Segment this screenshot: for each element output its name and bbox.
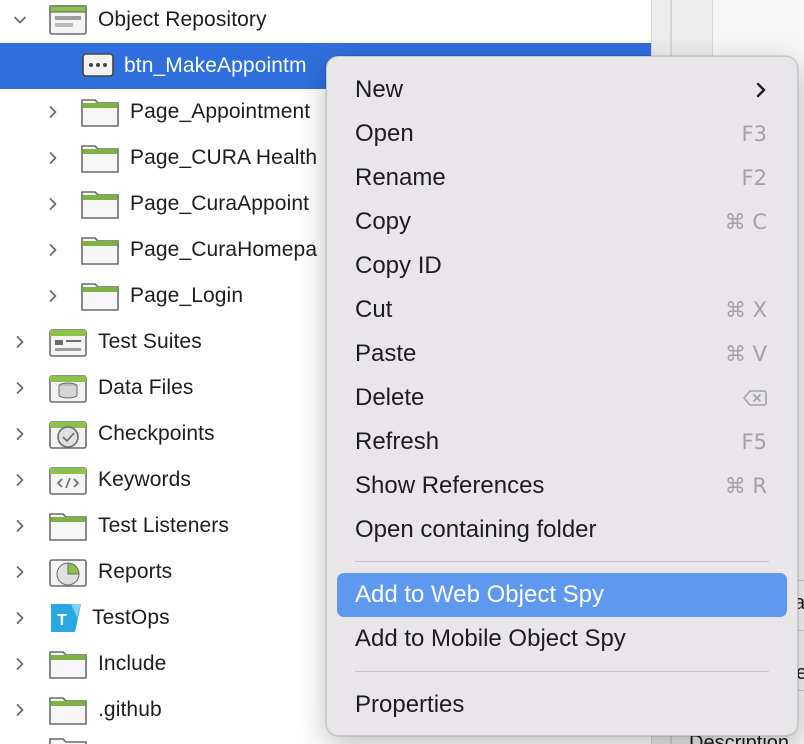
tree-item-label: Test Suites — [98, 330, 202, 353]
chevron-right-icon[interactable] — [10, 332, 30, 352]
reports-icon — [49, 559, 87, 587]
tree-item-label: Data Files — [98, 376, 194, 399]
tree-item-label: Keywords — [98, 468, 192, 491]
menu-item-label: Add to Mobile Object Spy — [355, 625, 626, 652]
chevron-right-icon — [756, 82, 766, 98]
keywords-icon — [49, 467, 87, 495]
tree-item-label: .github — [98, 698, 162, 721]
folder-icon — [49, 651, 87, 679]
menu-item-label: Show References — [355, 472, 545, 499]
chevron-down-icon[interactable] — [10, 10, 30, 30]
folder-icon — [49, 738, 87, 744]
chevron-right-icon[interactable] — [10, 562, 30, 582]
menu-item-show-references[interactable]: Show References ⌘ R — [337, 464, 787, 508]
menu-item-refresh[interactable]: Refresh F5 — [337, 420, 787, 464]
menu-item-label: Open — [355, 120, 414, 147]
menu-item-open-containing-folder[interactable]: Open containing folder — [337, 508, 787, 552]
shortcut-label: ⌘ R — [724, 474, 767, 498]
folder-icon — [81, 283, 119, 311]
chevron-right-icon[interactable] — [43, 240, 63, 260]
shortcut-label: F2 — [741, 166, 767, 190]
menu-item-add-to-web-object-spy[interactable]: Add to Web Object Spy — [337, 573, 787, 617]
menu-separator — [355, 671, 769, 672]
tree-item-label: Include — [98, 652, 167, 675]
menu-item-add-to-mobile-object-spy[interactable]: Add to Mobile Object Spy — [337, 617, 787, 661]
chevron-right-icon[interactable] — [10, 700, 30, 720]
menu-item-label: Copy ID — [355, 252, 442, 279]
folder-icon — [81, 145, 119, 173]
menu-item-label: Copy — [355, 208, 412, 235]
chevron-right-icon[interactable] — [43, 286, 63, 306]
menu-item-label: Delete — [355, 384, 425, 411]
folder-icon — [81, 99, 119, 127]
tree-item-label: TestOps — [92, 606, 170, 629]
chevron-right-icon[interactable] — [10, 424, 30, 444]
menu-item-new[interactable]: New — [337, 68, 787, 112]
menu-item-label: Open containing folder — [355, 516, 597, 543]
tree-item-label: Page_Login — [130, 284, 244, 307]
menu-item-cut[interactable]: Cut ⌘ X — [337, 288, 787, 332]
context-menu: New Open F3 Rename F2 Copy ⌘ C Copy ID C… — [326, 56, 798, 736]
menu-item-label: Rename — [355, 164, 446, 191]
tree-item-label: Page_Appointment — [130, 100, 311, 123]
folder-icon — [81, 237, 119, 265]
chevron-right-icon[interactable] — [43, 194, 63, 214]
chevron-right-icon[interactable] — [10, 654, 30, 674]
tree-item-label: Page_CuraHomepa — [130, 238, 318, 261]
shortcut-label: ⌘ V — [724, 342, 767, 366]
shortcut-label: ⌘ C — [724, 210, 767, 234]
folder-icon — [49, 697, 87, 725]
tree-item-label: btn_MakeAppointm — [124, 54, 307, 77]
tree-item-label: Object Repository — [98, 8, 267, 31]
folder-icon — [49, 513, 87, 541]
testops-icon: T — [51, 604, 81, 632]
folder-icon — [81, 191, 119, 219]
menu-item-label: Refresh — [355, 428, 440, 455]
shortcut-label: F3 — [741, 122, 767, 146]
menu-separator — [355, 561, 769, 562]
tree-item-label: Checkpoints — [98, 422, 215, 445]
svg-text:T: T — [57, 612, 67, 629]
tree-item-label: Page_CuraAppoint — [130, 192, 310, 215]
menu-item-properties[interactable]: Properties — [337, 683, 787, 727]
menu-item-label: Properties — [355, 691, 465, 718]
shortcut-label: F5 — [741, 430, 767, 454]
menu-item-copy-id[interactable]: Copy ID — [337, 244, 787, 288]
tree-item-label: Reports — [98, 560, 173, 583]
menu-item-copy[interactable]: Copy ⌘ C — [337, 200, 787, 244]
menu-item-rename[interactable]: Rename F2 — [337, 156, 787, 200]
chevron-right-icon[interactable] — [43, 102, 63, 122]
shortcut-label: ⌘ X — [724, 298, 767, 322]
tree-item-label: Page_CURA Health — [130, 146, 318, 169]
chevron-right-icon[interactable] — [10, 608, 30, 628]
checkpoints-icon — [49, 421, 87, 449]
menu-item-label: Cut — [355, 296, 393, 323]
menu-item-delete[interactable]: Delete — [337, 376, 787, 420]
chevron-right-icon[interactable] — [43, 148, 63, 168]
menu-item-label: Add to Web Object Spy — [355, 581, 605, 608]
data-files-icon — [49, 375, 87, 403]
delete-key-icon — [743, 390, 767, 406]
test-suites-icon — [49, 329, 87, 357]
repository-folder-icon — [49, 5, 87, 35]
tree-item-label: Test Listeners — [98, 514, 229, 537]
tree-item-object-repository[interactable]: Object Repository — [0, 0, 651, 43]
chevron-right-icon[interactable] — [10, 516, 30, 536]
menu-item-open[interactable]: Open F3 — [337, 112, 787, 156]
menu-item-paste[interactable]: Paste ⌘ V — [337, 332, 787, 376]
chevron-right-icon[interactable] — [10, 378, 30, 398]
chevron-right-icon[interactable] — [10, 470, 30, 490]
test-object-icon — [82, 53, 114, 77]
menu-item-label: Paste — [355, 340, 417, 367]
menu-item-label: New — [355, 76, 404, 103]
